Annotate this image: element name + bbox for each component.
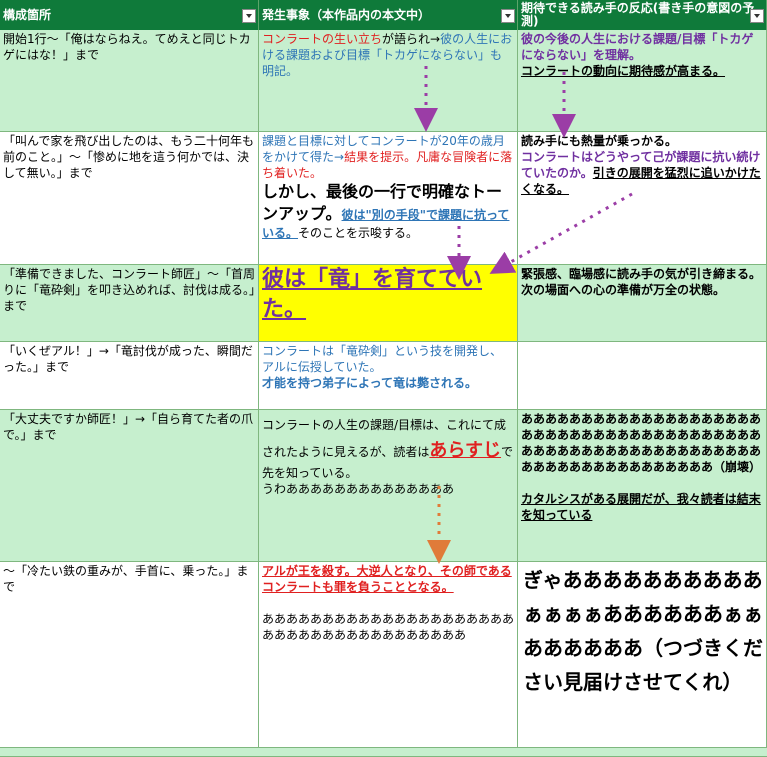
cell-structure[interactable]: 開始1行〜「俺はならねえ。てめえと同じトカゲにはな！」まで: [0, 30, 259, 132]
header-col-structure: 構成箇所: [0, 0, 259, 30]
cell-structure[interactable]: 「叫んで家を飛び出したのは、もう二十何年も前のこと。」〜「惨めに地を這う何かでは…: [0, 132, 259, 265]
cell-event[interactable]: コンラートの生い立ちが語られ→彼の人生における課題および目標「トカゲにならない」…: [259, 30, 518, 132]
cell-text: 〜「冷たい鉄の重みが、手首に、乗った。」まで: [3, 564, 249, 594]
cell-event[interactable]: コンラートは「竜砕剣」という技を開発し、アルに伝授していた。 才能を持つ弟子によ…: [259, 342, 518, 410]
cell-text: うわああああああああああああああ: [262, 482, 455, 496]
filter-dropdown-icon[interactable]: [750, 9, 764, 23]
cell-structure[interactable]: 「いくぜアル！」→「竜討伐が成った、瞬間だった。」まで: [0, 342, 259, 410]
next-row-strip: [0, 748, 767, 757]
cell-text: 次の場面への心の準備が万全の状態。: [521, 283, 726, 297]
cell-text: 「大丈夫ですか師匠！」→「自ら育てた者の爪で。」まで: [3, 412, 254, 442]
cell-text: ぎゃああああああああああぁぁぁぁああああああぁぁああああああ（つづきください見届…: [523, 568, 763, 694]
cell-text: コンラートの動向に期待感が高まる。: [521, 64, 726, 78]
cell-text: 開始1行〜「俺はならねえ。てめえと同じトカゲにはな！」まで: [3, 32, 251, 62]
cell-reaction[interactable]: [518, 342, 767, 410]
cell-reaction[interactable]: ぎゃああああああああああぁぁぁぁああああああぁぁああああああ（つづきください見届…: [518, 562, 767, 748]
cell-structure[interactable]: 「準備できました、コンラート師匠」〜「首周りに「竜砕剣」を叩き込めれば、討伐は成…: [0, 265, 259, 342]
header-label: 発生事象（本作品内の本文中）: [262, 8, 431, 22]
cell-event-highlight[interactable]: 彼は「竜」を育てていた。: [259, 265, 518, 342]
cell-text: カタルシスがある展開だが、我々読者は結末を知っている: [521, 492, 761, 522]
cell-text: 緊張感、臨場感に読み手の気が引き締まる。: [521, 267, 762, 281]
cell-text: 読み手にも熱量が乗っかる。: [521, 134, 678, 148]
cell-reaction[interactable]: 緊張感、臨場感に読み手の気が引き締まる。 次の場面への心の準備が万全の状態。: [518, 265, 767, 342]
cell-reaction[interactable]: ああああああああああああああああああああああああああああああああああああああああ…: [518, 410, 767, 562]
cell-text: コンラートの生い立ち: [262, 32, 383, 46]
header-label: 構成箇所: [3, 8, 52, 22]
cell-text: が語られ→: [382, 32, 441, 46]
cell-text: 「叫んで家を飛び出したのは、もう二十何年も前のこと。」〜「惨めに地を這う何かでは…: [3, 134, 255, 180]
cell-structure[interactable]: 〜「冷たい鉄の重みが、手首に、乗った。」まで: [0, 562, 259, 748]
cell-text: アルが王を殺す。大逆人となり、その師であるコンラートも罪を負うこととなる。: [262, 564, 512, 594]
cell-reaction[interactable]: 読み手にも熱量が乗っかる。 コンラートはどうやって己が課題に抗い続けていたのか。…: [518, 132, 767, 265]
cell-text: ああああああああああああああああああああああああああああああああああああああ: [262, 612, 515, 642]
cell-text: 彼は「竜」を育てていた。: [262, 267, 483, 322]
filter-dropdown-icon[interactable]: [242, 9, 256, 23]
spreadsheet: 構成箇所 発生事象（本作品内の本文中） 期待できる読み手の反応(書き手の意図の予…: [0, 0, 767, 757]
cell-reaction[interactable]: 彼の今後の人生における課題/目標「トカゲにならない」を理解。 コンラートの動向に…: [518, 30, 767, 132]
cell-text: ああああああああああああああああああああああああああああああああああああああああ…: [521, 412, 762, 474]
header-col-event: 発生事象（本作品内の本文中）: [259, 0, 518, 30]
cell-text: 彼の今後の人生における課題/目標「トカゲにならない」を理解。: [521, 32, 754, 62]
cell-event[interactable]: コンラートの人生の課題/目標は、これにて成されたように見えるが、読者はあらすじで…: [259, 410, 518, 562]
cell-text: 才能を持つ弟子によって竜は斃される。: [262, 376, 478, 390]
cell-event[interactable]: 課題と目標に対してコンラートが20年の歳月をかけて得た→結果を提示。凡庸な冒険者…: [259, 132, 518, 265]
filter-dropdown-icon[interactable]: [501, 9, 515, 23]
header-label: 期待できる読み手の反応(書き手の意図の予測): [521, 1, 755, 28]
cell-text: 「いくぜアル！」→「竜討伐が成った、瞬間だった。」まで: [3, 344, 253, 374]
cell-text: 「準備できました、コンラート師匠」〜「首周りに「竜砕剣」を叩き込めれば、討伐は成…: [3, 267, 256, 313]
cell-text: コンラートは「竜砕剣」という技を開発し、アルに伝授していた。: [262, 344, 503, 374]
header-col-reaction: 期待できる読み手の反応(書き手の意図の予測): [518, 0, 767, 30]
cell-event[interactable]: アルが王を殺す。大逆人となり、その師であるコンラートも罪を負うこととなる。 ああ…: [259, 562, 518, 748]
cell-structure[interactable]: 「大丈夫ですか師匠！」→「自ら育てた者の爪で。」まで: [0, 410, 259, 562]
cell-text: そのことを示唆する。: [298, 226, 419, 240]
cell-text: あらすじ: [429, 440, 502, 461]
